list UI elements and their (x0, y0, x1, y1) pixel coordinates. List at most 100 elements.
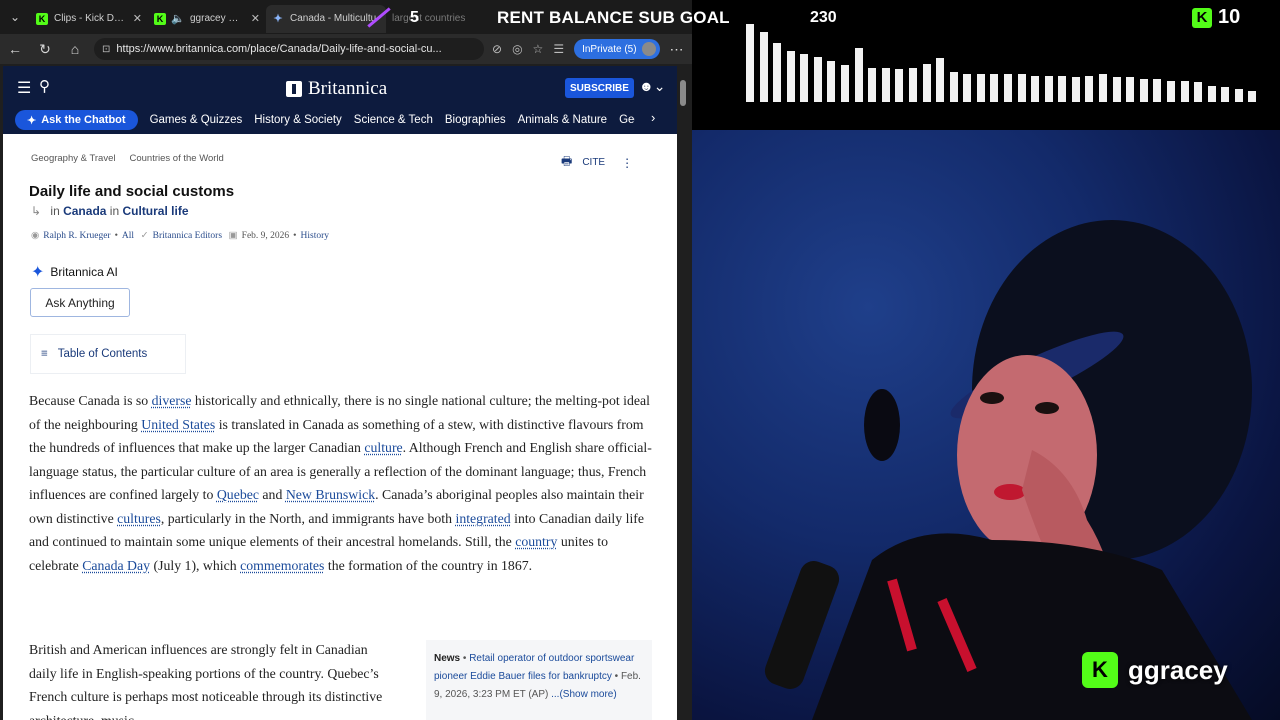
paragraph-text: the formation of the country in 1867. (324, 557, 533, 573)
audio-bar (949, 72, 958, 102)
audio-bar (976, 74, 985, 102)
favorite-star-icon[interactable]: ☆ (533, 42, 544, 56)
refresh-icon[interactable]: ↻ (30, 34, 60, 64)
back-icon[interactable]: ← (0, 34, 30, 64)
audio-bar (922, 64, 931, 102)
show-more-link[interactable]: ...(Show more) (551, 689, 617, 700)
tab-title: Clips - Kick Dashbo (54, 13, 127, 24)
article-context: ↳ in Canada in Cultural life (31, 204, 189, 218)
nav-games-quizzes[interactable]: Games & Quizzes (150, 114, 243, 126)
nav-animals-nature[interactable]: Animals & Nature (518, 114, 607, 126)
inline-link[interactable]: culture (364, 440, 402, 455)
logo-text: Britannica (308, 78, 388, 99)
table-of-contents-button[interactable]: ≡ Table of Contents (30, 334, 186, 374)
context-word: in (50, 204, 60, 218)
hamburger-menu-icon[interactable]: ☰ (17, 78, 31, 98)
site-logo[interactable]: Britannica (286, 78, 387, 100)
audio-bar (1112, 77, 1121, 102)
breadcrumb-geography[interactable]: Geography & Travel (31, 153, 116, 164)
scrollbar[interactable] (678, 66, 688, 720)
calendar-icon: ▣ (226, 230, 238, 241)
inline-link[interactable]: New Brunswick (286, 487, 375, 502)
close-icon[interactable]: ✕ (133, 12, 142, 25)
editors-link[interactable]: Britannica Editors (153, 231, 222, 241)
print-icon[interactable]: 🖶 (561, 152, 572, 173)
headphone-cup (864, 389, 900, 461)
article-paragraph-2: British and American influences are stro… (29, 642, 383, 720)
article-tools: 🖶 CITE ⋮ (561, 152, 633, 173)
tab-stream[interactable]: K 🔈 ggracey Stream ✕ (148, 5, 266, 33)
paragraph-text: Because Canada is so (29, 393, 152, 408)
link-cultural-life[interactable]: Cultural life (122, 204, 188, 218)
tab-largest-countries[interactable]: largest countries (386, 5, 486, 33)
streamer-video (764, 220, 1252, 720)
inprivate-badge[interactable]: InPrivate (5) (574, 39, 660, 59)
audio-bar (746, 24, 754, 102)
more-menu-icon[interactable]: ⋯ (670, 41, 684, 58)
subscribe-button[interactable]: SUBSCRIBE (565, 78, 634, 98)
audio-bar (813, 57, 822, 102)
inline-link[interactable]: country (515, 534, 557, 549)
audio-bar (1004, 74, 1012, 102)
browser-window: ⌄ K Clips - Kick Dashbo ✕ K 🔈 ggracey St… (0, 0, 692, 720)
home-icon[interactable]: ⌂ (60, 34, 90, 64)
author-link[interactable]: Ralph R. Krueger (43, 231, 110, 241)
close-icon[interactable]: ✕ (251, 12, 260, 25)
inline-link[interactable]: cultures (117, 511, 161, 526)
page-title: Daily life and social customs (29, 183, 235, 200)
audio-bar (1248, 91, 1257, 102)
inline-link[interactable]: Canada Day (82, 558, 150, 573)
history-link[interactable]: History (301, 231, 330, 241)
paragraph-text: (July 1), which (150, 557, 241, 573)
paragraph-text: , particularly in the North, and immigra… (160, 510, 456, 526)
bullet: • (114, 230, 118, 241)
tab-kick-dashboard[interactable]: K Clips - Kick Dashbo ✕ (30, 5, 148, 33)
article-date: Feb. 9, 2026 (241, 230, 290, 241)
url-field[interactable]: ⊡ https://www.britannica.com/place/Canad… (94, 38, 484, 60)
site-info-icon[interactable]: ⊡ (102, 44, 110, 55)
nav-science-tech[interactable]: Science & Tech (354, 114, 433, 126)
audio-bar (1166, 81, 1175, 102)
tracking-prevention-icon[interactable]: ⊘ (492, 42, 502, 56)
site-header: ☰ ⚲ Britannica SUBSCRIBE ☻⌄ ✦ Ask the Ch… (3, 66, 677, 134)
page-viewport: ☰ ⚲ Britannica SUBSCRIBE ☻⌄ ✦ Ask the Ch… (3, 66, 677, 720)
speaker-icon[interactable]: 🔈 (171, 13, 185, 25)
goal-count: 5 (410, 9, 419, 26)
audio-bar (773, 43, 782, 102)
nav-biographies[interactable]: Biographies (445, 114, 506, 126)
all-authors-link[interactable]: All (122, 231, 134, 241)
chatbot-label: Ask the Chatbot (41, 114, 126, 126)
bullet: • (293, 230, 297, 241)
tab-actions-icon[interactable]: ⌄ (0, 0, 30, 34)
chevron-right-icon[interactable]: › (651, 110, 655, 125)
sparkle-icon: ✦ (27, 114, 37, 127)
scroll-thumb[interactable] (680, 80, 686, 106)
tab-britannica[interactable]: ✦ Canada - Multicultu (266, 4, 386, 33)
account-icon[interactable]: ☻⌄ (639, 78, 665, 95)
audio-bar (1139, 79, 1148, 102)
link-canada[interactable]: Canada (63, 204, 106, 218)
nav-geography-travel[interactable]: Geography & Travel (619, 114, 635, 126)
reader-icon[interactable]: ◎ (512, 42, 522, 56)
more-options-icon[interactable]: ⋮ (621, 156, 633, 170)
audio-bar (841, 65, 850, 102)
inline-link[interactable]: diverse (152, 393, 192, 408)
ask-anything-button[interactable]: Ask Anything (30, 288, 130, 317)
right-eye (1035, 402, 1059, 414)
inline-link[interactable]: Quebec (217, 487, 259, 502)
cite-button[interactable]: CITE (582, 157, 605, 168)
paragraph-text: and (258, 487, 286, 502)
inline-link[interactable]: integrated (455, 511, 510, 526)
audio-bar (963, 74, 972, 102)
inline-link[interactable]: United States (141, 417, 215, 432)
list-icon: ≡ (41, 348, 48, 360)
inline-link[interactable]: commemorates (240, 558, 324, 573)
nav-history-society[interactable]: History & Society (254, 114, 342, 126)
search-icon[interactable]: ⚲ (39, 77, 50, 95)
chatbot-button[interactable]: ✦ Ask the Chatbot (15, 110, 138, 130)
favorites-icon[interactable]: ☰ (553, 42, 564, 56)
britannica-ai: ✦ Britannica AI (31, 262, 118, 282)
ai-sparkle-icon: ✦ (31, 264, 45, 281)
breadcrumb-countries[interactable]: Countries of the World (130, 153, 224, 164)
shirt-shape (812, 533, 1252, 720)
